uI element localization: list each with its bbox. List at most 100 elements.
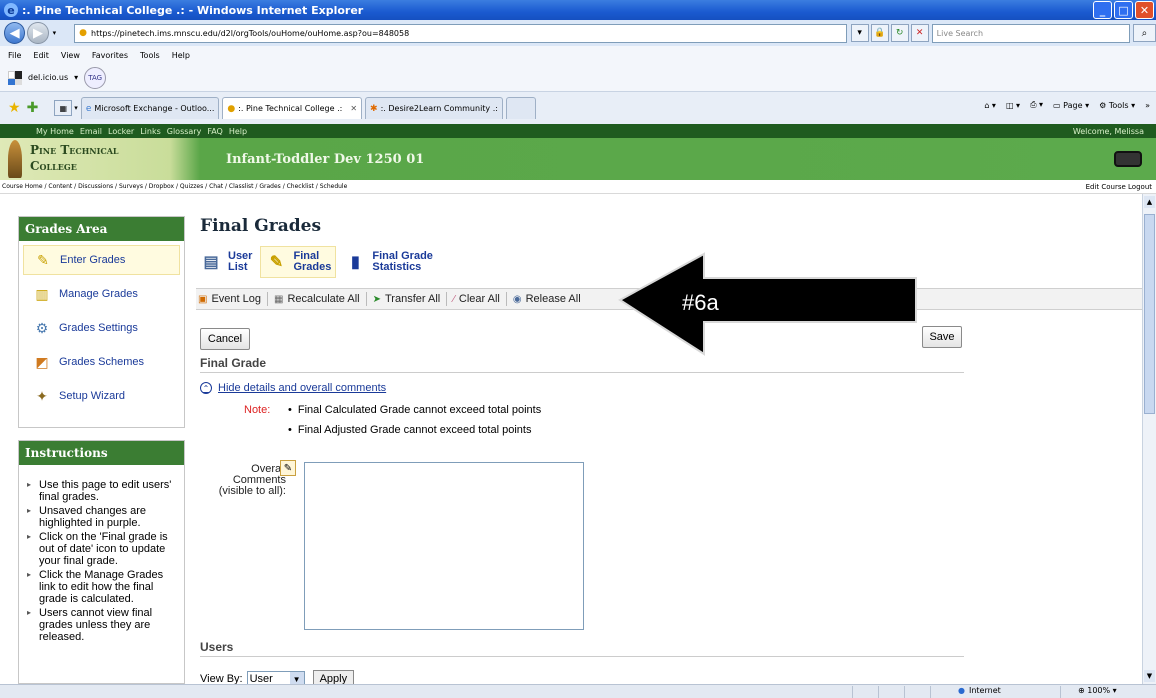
subnav-user-list[interactable]: ▤ User List [196, 246, 256, 278]
wizard-wand-icon: ✦ [36, 387, 48, 404]
minimize-button[interactable]: _ [1093, 1, 1112, 19]
toolbar-divider [365, 292, 367, 306]
clear-all-button[interactable]: ⁄ Clear All [453, 293, 500, 305]
view-by-label: View By: [200, 673, 243, 684]
url-field[interactable]: ● https://pinetech.ims.mnscu.edu/d2l/org… [74, 23, 847, 43]
url-text: https://pinetech.ims.mnscu.edu/d2l/orgTo… [91, 28, 410, 38]
tab-pine-technical[interactable]: ● :. Pine Technical College .: ✕ [222, 97, 363, 119]
status-divider [904, 686, 905, 698]
lock-icon[interactable]: 🔒 [870, 24, 889, 42]
hide-details-label: Hide details and overall comments [218, 382, 387, 394]
recalculate-all-button[interactable]: ▦ Recalculate All [274, 293, 360, 305]
history-dropdown-icon[interactable]: ▾ [53, 29, 57, 37]
scroll-down-icon[interactable]: ▼ [1144, 670, 1155, 682]
subnav-final-grades[interactable]: ✎ Final Grades [260, 246, 337, 278]
grades-area-panel: Grades Area ✎ Enter Grades ▥ Manage Grad… [18, 216, 185, 428]
vertical-scrollbar[interactable]: ▲ ▼ [1142, 194, 1156, 684]
logo-line2: College [30, 159, 77, 173]
event-log-icon: ▣ [198, 293, 208, 305]
sidebar: Grades Area ✎ Enter Grades ▥ Manage Grad… [0, 194, 188, 684]
overall-comments-label: Overall Comments (visible to all): [218, 463, 286, 497]
page-menu[interactable]: ▭ Page ▾ [1053, 101, 1089, 110]
menu-edit[interactable]: Edit [33, 51, 49, 60]
transfer-arrow-icon: ➤ [372, 293, 381, 305]
forward-button[interactable]: ▶ [27, 22, 49, 44]
menu-favorites[interactable]: Favorites [92, 51, 128, 60]
delicious-dropdown-icon[interactable]: ▾ [74, 73, 78, 82]
edit-course-link[interactable]: Edit Course [1086, 183, 1126, 191]
pager-icon[interactable] [1114, 151, 1142, 167]
stop-icon[interactable]: ✕ [910, 24, 929, 42]
toolbar-label: Event Log [211, 293, 261, 305]
search-icon[interactable]: ⌕ [1132, 24, 1156, 42]
delicious-link[interactable]: del.icio.us [28, 73, 68, 82]
view-by-value: User [249, 673, 273, 684]
site-page-icon: ● [227, 103, 236, 114]
logout-link[interactable]: Logout [1128, 183, 1152, 191]
feeds-icon[interactable]: ◫ ▾ [1006, 101, 1020, 110]
back-button[interactable]: ◀ [4, 22, 26, 44]
zoom-level[interactable]: ⊕ 100% ▾ [1078, 686, 1117, 695]
refresh-icon[interactable]: ↻ [890, 24, 909, 42]
scroll-thumb[interactable] [1144, 214, 1155, 414]
menu-tools[interactable]: Tools [140, 51, 160, 60]
sidebar-item-manage-grades[interactable]: ▥ Manage Grades [23, 279, 180, 309]
more-chevron-icon[interactable]: » [1145, 101, 1150, 110]
print-icon[interactable]: ⎙ ▾ [1030, 100, 1043, 110]
nav-help[interactable]: Help [229, 127, 247, 136]
sidebar-item-grades-settings[interactable]: ⚙ Grades Settings [23, 313, 180, 343]
maximize-button[interactable]: □ [1114, 1, 1133, 19]
security-zone[interactable]: ● Internet [958, 686, 1001, 695]
scroll-up-icon[interactable]: ▲ [1144, 196, 1155, 208]
tab-exchange[interactable]: e Microsoft Exchange - Outloo... [80, 97, 220, 119]
tag-button[interactable]: TAG [84, 66, 107, 89]
add-favorites-icon[interactable]: ✚ [27, 100, 39, 116]
nav-glossary[interactable]: Glossary [167, 127, 202, 136]
tab-desire2learn[interactable]: ✱ :. Desire2Learn Community .: [365, 97, 503, 119]
menu-help[interactable]: Help [172, 51, 190, 60]
save-button[interactable]: Save [922, 326, 962, 348]
sidebar-item-grades-schemes[interactable]: ◩ Grades Schemes [23, 347, 180, 377]
view-by-select[interactable]: User ▼ [246, 671, 305, 684]
course-nav-links[interactable]: Course Home / Content / Discussions / Su… [2, 183, 347, 190]
status-divider [852, 686, 853, 698]
nav-email[interactable]: Email [80, 127, 102, 136]
edit-pencil-icon[interactable]: ✎ [280, 460, 296, 476]
sidebar-item-setup-wizard[interactable]: ✦ Setup Wizard [23, 381, 180, 411]
toolbar-divider [267, 292, 268, 306]
nav-faq[interactable]: FAQ [207, 127, 223, 136]
nav-locker[interactable]: Locker [108, 127, 134, 136]
transfer-all-button[interactable]: ➤ Transfer All [373, 293, 441, 305]
nav-links[interactable]: Links [140, 127, 161, 136]
quick-tabs-icon[interactable]: ▦ [54, 100, 73, 116]
favorites-star-icon[interactable]: ★ [8, 100, 21, 116]
apply-button[interactable]: Apply [312, 670, 355, 684]
new-tab-button[interactable] [505, 97, 536, 119]
zone-label: Internet [968, 686, 1001, 695]
hide-details-link[interactable]: ⌃ Hide details and overall comments [200, 382, 386, 394]
menu-view[interactable]: View [61, 51, 80, 60]
subnav-final-grade-statistics[interactable]: ▮ Final Grade Statistics [340, 246, 437, 278]
logo-line1: Pine Technical [30, 143, 119, 157]
close-tab-icon[interactable]: ✕ [350, 104, 357, 113]
instructions-panel: Instructions Use this page to edit users… [18, 440, 185, 684]
search-input[interactable]: Live Search [931, 23, 1130, 43]
url-dropdown-icon[interactable]: ▾ [850, 24, 869, 42]
status-divider [878, 686, 879, 698]
home-icon[interactable]: ⌂ ▾ [984, 101, 996, 110]
college-logo[interactable]: Pine Technical College [30, 142, 119, 174]
cancel-button[interactable]: Cancel [200, 328, 250, 350]
tab-list-icon[interactable]: ▾ [74, 104, 78, 112]
final-grades-icon: ✎ [269, 253, 284, 271]
nav-my-home[interactable]: My Home [36, 127, 74, 136]
window-title: :. Pine Technical College .: - Windows I… [22, 3, 364, 17]
instructions-title: Instructions [19, 441, 184, 465]
release-all-button[interactable]: ◉ Release All [513, 293, 581, 305]
menu-file[interactable]: File [8, 51, 21, 60]
event-log-button[interactable]: ▣ Event Log [198, 293, 261, 305]
sidebar-item-enter-grades[interactable]: ✎ Enter Grades [23, 245, 180, 275]
overall-comments-textarea[interactable] [304, 462, 584, 630]
tools-menu[interactable]: ⚙ Tools ▾ [1099, 101, 1135, 110]
close-window-button[interactable]: ✕ [1135, 1, 1154, 19]
menu-bar: File Edit View Favorites Tools Help [0, 46, 1156, 64]
